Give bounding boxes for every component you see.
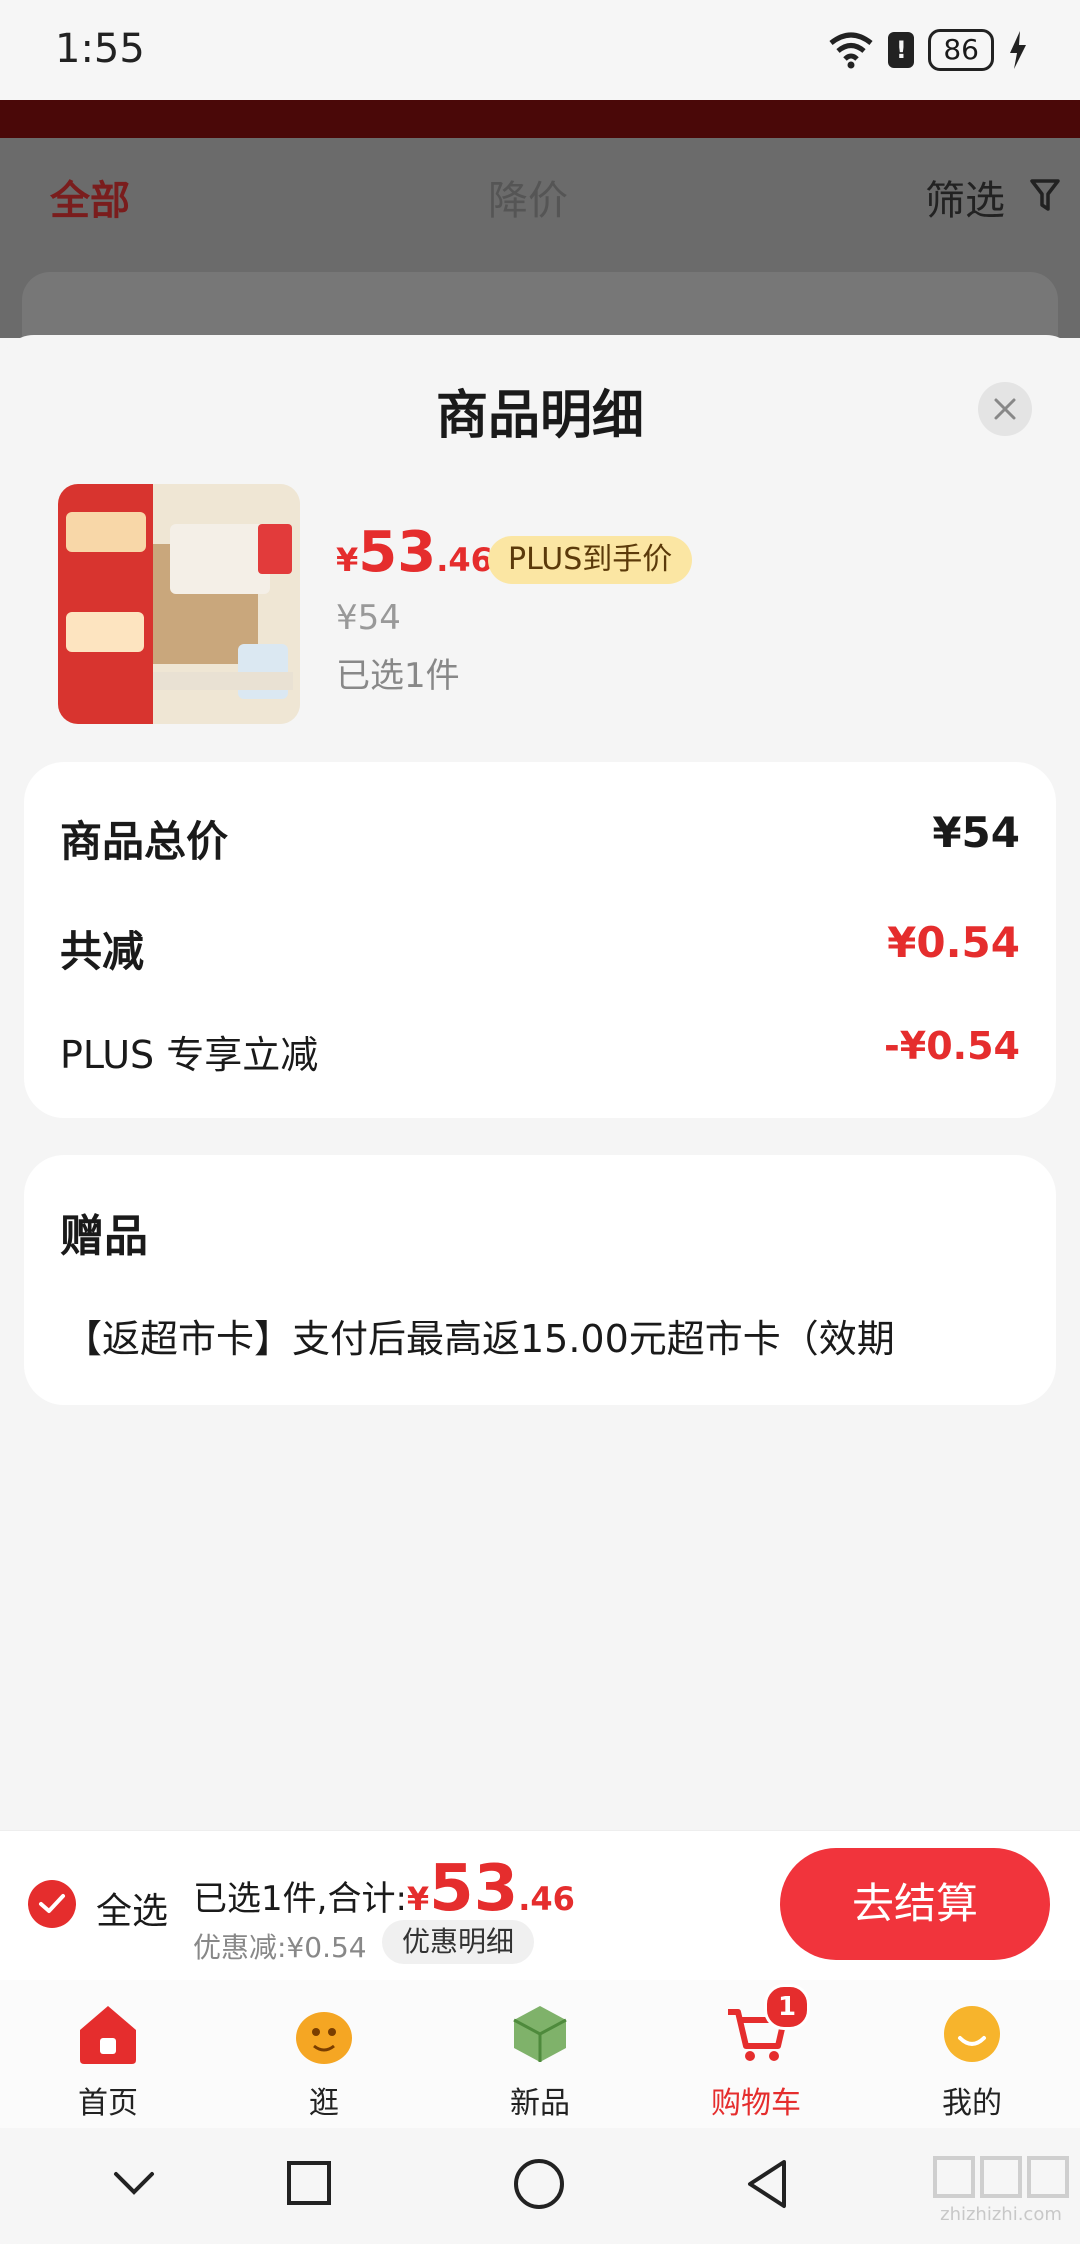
alert-icon: ! xyxy=(888,32,915,68)
original-price: ¥54 xyxy=(336,598,401,638)
collapse-nav-icon[interactable] xyxy=(112,2168,156,2198)
background-header xyxy=(0,100,1080,138)
plus-discount-label: PLUS 专享立减 xyxy=(60,1033,319,1077)
plus-discount-value: -¥0.54 xyxy=(884,1024,1020,1068)
select-all-label[interactable]: 全选 xyxy=(96,1882,168,1934)
tab-cart[interactable]: 购物车 xyxy=(648,1990,864,2121)
battery-indicator: 86 xyxy=(928,29,994,71)
checkout-total: 已选1件,合计:¥53.46 xyxy=(193,1852,575,1926)
select-all-checkbox[interactable] xyxy=(28,1880,76,1928)
tab-all[interactable]: 全部 xyxy=(50,168,130,226)
tab-stroll-label: 逛 xyxy=(309,2086,339,2121)
charging-icon xyxy=(1010,31,1026,69)
total-decimal: .46 xyxy=(518,1880,575,1918)
gift-description: 【返超市卡】支付后最高返15.00元超市卡（效期 xyxy=(64,1317,895,1361)
watermark-logo xyxy=(933,2156,1069,2198)
gift-title: 赠品 xyxy=(60,1211,148,1262)
selected-count: 已选1件 xyxy=(336,656,460,696)
watermark: zhizhizhi.com xyxy=(926,2154,1076,2234)
tab-new-label: 新品 xyxy=(510,2086,570,2121)
tab-home-label: 首页 xyxy=(78,2086,138,2121)
price-decimal: .46 xyxy=(436,541,493,579)
tab-stroll[interactable]: 逛 xyxy=(216,1990,432,2121)
filter-button[interactable]: 筛选 xyxy=(925,168,1005,226)
tab-profile-label: 我的 xyxy=(942,2086,1002,2121)
cart-badge: 1 xyxy=(764,1984,810,2030)
total-integer: 53 xyxy=(429,1852,519,1926)
wifi-icon xyxy=(829,32,873,69)
stroll-icon xyxy=(296,2012,352,2064)
total-reduction-label: 共减 xyxy=(60,927,145,976)
product-image[interactable] xyxy=(58,484,300,724)
close-button[interactable] xyxy=(978,382,1032,436)
tab-new[interactable]: 新品 xyxy=(432,1990,648,2121)
checkout-button[interactable]: 去结算 xyxy=(780,1848,1050,1960)
total-currency: ¥ xyxy=(406,1880,430,1918)
discount-summary: 优惠减:¥0.54 xyxy=(193,1931,367,1964)
status-time: 1:55 xyxy=(55,26,145,72)
product-price: ¥53.46 xyxy=(336,520,493,585)
status-icons: ! 86 xyxy=(828,26,1028,74)
tab-price-drop[interactable]: 降价 xyxy=(488,168,568,226)
summary-prefix: 已选1件,合计: xyxy=(193,1879,407,1919)
home-icon xyxy=(80,2006,136,2064)
close-icon xyxy=(994,398,1016,420)
tab-home[interactable]: 首页 xyxy=(0,1990,216,2121)
tab-profile[interactable]: 我的 xyxy=(864,1990,1080,2121)
plus-price-badge: PLUS到手价 xyxy=(488,536,693,584)
total-price-label: 商品总价 xyxy=(60,817,229,866)
home-nav-icon[interactable] xyxy=(513,2158,565,2210)
total-price-value: ¥54 xyxy=(932,808,1020,857)
sheet-title: 商品明细 xyxy=(435,386,644,446)
gift-card xyxy=(24,1155,1056,1405)
new-product-icon xyxy=(513,2006,567,2062)
profile-icon xyxy=(944,2006,1000,2062)
discount-detail-button[interactable]: 优惠明细 xyxy=(382,1920,535,1964)
price-currency: ¥ xyxy=(336,541,359,579)
tab-cart-label: 购物车 xyxy=(711,2086,801,2121)
total-reduction-value: ¥0.54 xyxy=(887,918,1020,967)
back-nav-icon[interactable] xyxy=(744,2158,790,2210)
watermark-text: zhizhizhi.com xyxy=(940,2204,1062,2225)
check-icon xyxy=(39,1894,65,1913)
price-integer: 53 xyxy=(358,520,437,585)
recent-apps-icon[interactable] xyxy=(286,2160,332,2206)
filter-icon xyxy=(1030,179,1060,211)
